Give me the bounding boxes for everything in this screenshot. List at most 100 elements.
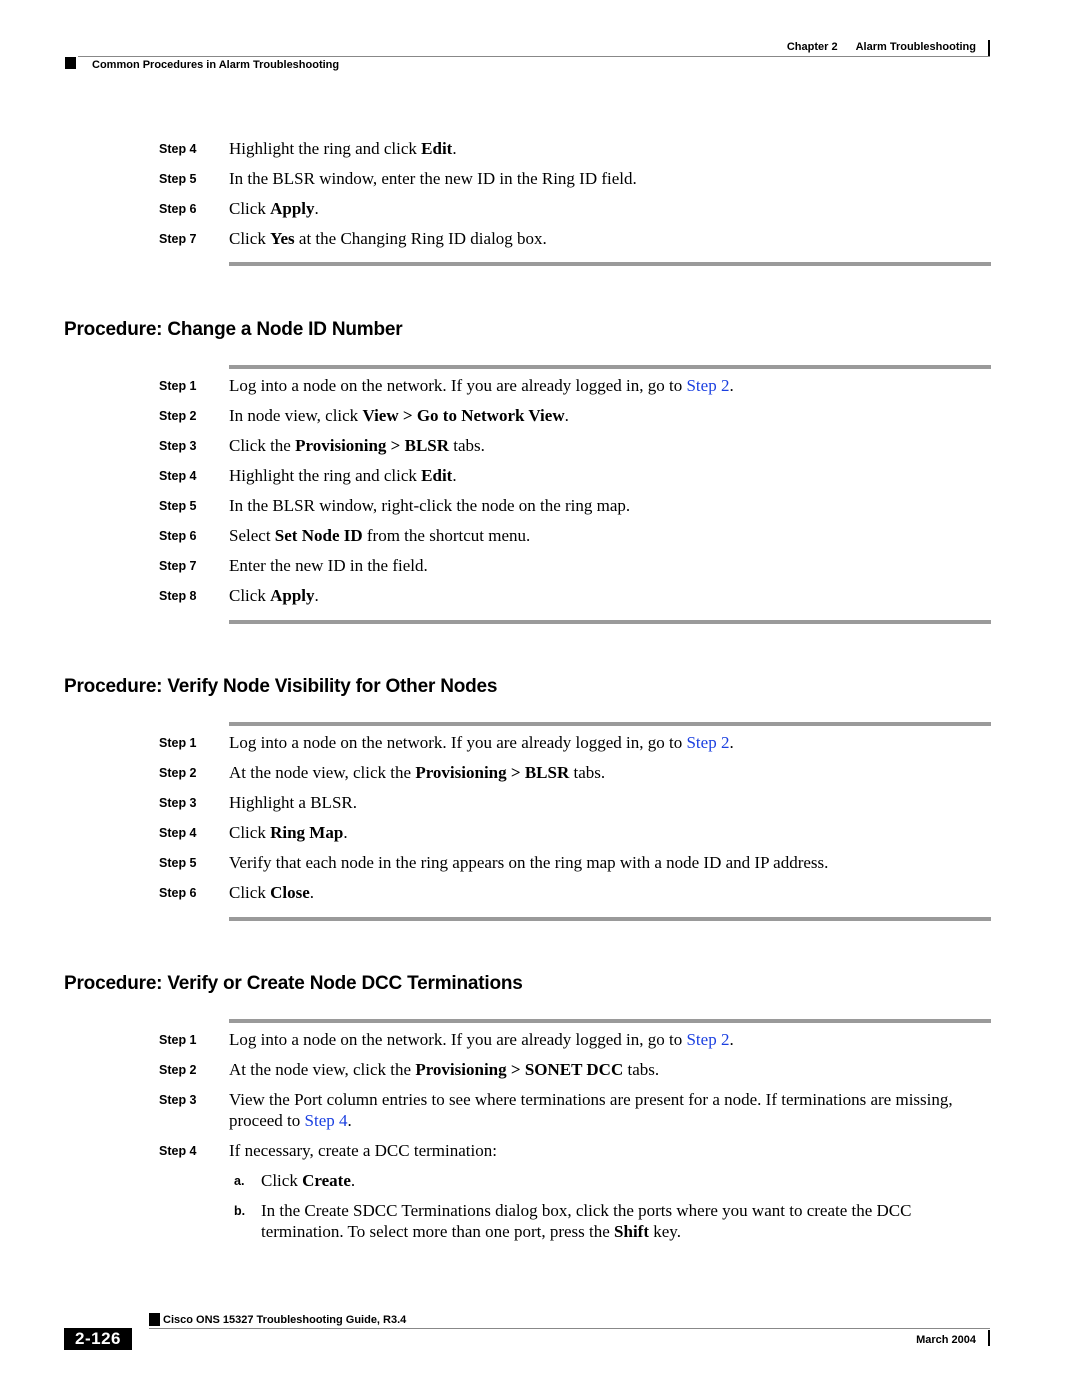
step-text-run: Click <box>229 199 271 218</box>
step-text-run: Highlight the ring and click <box>229 139 422 158</box>
procedure-start-rule <box>229 365 991 369</box>
step-text: Log into a node on the network. If you a… <box>229 1029 969 1050</box>
ui-term: Apply <box>270 586 315 605</box>
procedure-title-change-node-id: Procedure: Change a Node ID Number <box>64 319 403 340</box>
step-text-run: In the Create SDCC Terminations dialog b… <box>261 1201 912 1241</box>
ui-term: Ring Map <box>270 823 344 842</box>
step-text-run: . <box>350 1171 356 1190</box>
ui-term: Yes <box>270 229 295 248</box>
chapter-title: Alarm Troubleshooting <box>855 41 976 53</box>
step-text: Click Yes at the Changing Ring ID dialog… <box>229 228 969 249</box>
substep-label: b. <box>234 1204 246 1218</box>
step-text-run: In the BLSR window, right-click the node… <box>229 496 631 515</box>
procedure-start-rule <box>229 1019 991 1023</box>
step-cross-reference-link[interactable]: Step 4 <box>305 1111 348 1130</box>
step-text-run: Log into a node on the network. If you a… <box>229 733 687 752</box>
step-text: Log into a node on the network. If you a… <box>229 732 969 753</box>
footer-marker-square <box>149 1313 160 1326</box>
step-cross-reference-link[interactable]: Step 2 <box>686 733 729 752</box>
step-label: Step 7 <box>159 559 197 573</box>
running-header-section: Common Procedures in Alarm Troubleshooti… <box>92 59 340 71</box>
step-label: Step 5 <box>159 499 197 513</box>
running-header-chapter: Chapter 2 Alarm Troubleshooting <box>787 41 976 53</box>
step-text: At the node view, click the Provisioning… <box>229 1059 969 1080</box>
step-text-run: . <box>347 1111 352 1130</box>
step-label: Step 3 <box>159 439 197 453</box>
step-text-run: Click <box>229 586 271 605</box>
step-label: Step 6 <box>159 886 197 900</box>
step-label: Step 8 <box>159 589 197 603</box>
step-text-run: . <box>314 586 319 605</box>
step-label: Step 3 <box>159 1093 197 1107</box>
step-cross-reference-link[interactable]: Step 2 <box>686 1030 729 1049</box>
step-text-run: at the Changing Ring ID dialog box. <box>294 229 547 248</box>
step-text-run: Highlight the ring and click <box>229 466 422 485</box>
procedure-end-rule <box>229 620 991 624</box>
procedure-end-rule <box>229 262 991 266</box>
header-vertical-bar <box>988 40 990 56</box>
step-cross-reference-link[interactable]: Step 2 <box>686 376 729 395</box>
step-label: Step 2 <box>159 1063 197 1077</box>
page-number: 2-126 <box>64 1328 132 1350</box>
ui-term: Apply <box>270 199 315 218</box>
step-text-run: Log into a node on the network. If you a… <box>229 1030 687 1049</box>
substep-label: a. <box>234 1174 245 1188</box>
ui-term: Set Node ID <box>274 526 363 545</box>
step-text-run: . <box>309 883 315 902</box>
step-label: Step 6 <box>159 529 197 543</box>
step-text-run: tabs. <box>449 436 485 455</box>
step-text-run: At the node view, click the <box>229 763 416 782</box>
step-text-run: . <box>452 139 457 158</box>
step-text-run: Select <box>229 526 275 545</box>
step-text: In the BLSR window, enter the new ID in … <box>229 168 969 189</box>
step-text-run: . <box>452 466 457 485</box>
footer-date: March 2004 <box>916 1334 976 1346</box>
step-text: Highlight a BLSR. <box>229 792 969 813</box>
chapter-number: Chapter 2 <box>786 41 838 53</box>
step-text: Click Apply. <box>229 585 969 606</box>
step-text: At the node view, click the Provisioning… <box>229 762 969 783</box>
step-text-run: . <box>729 376 734 395</box>
step-text-run: Click the <box>229 436 296 455</box>
step-text: If necessary, create a DCC termination: <box>229 1140 969 1161</box>
step-text-run: In the BLSR window, enter the new ID in … <box>229 169 637 188</box>
step-text: Highlight the ring and click Edit. <box>229 138 969 159</box>
step-text: In the BLSR window, right-click the node… <box>229 495 969 516</box>
step-text-run: Enter the new ID in the field. <box>229 556 428 575</box>
step-text: Highlight the ring and click Edit. <box>229 465 969 486</box>
step-text-run: Highlight a BLSR. <box>229 793 357 812</box>
step-text-run: from the shortcut menu. <box>362 526 531 545</box>
footer-divider <box>149 1328 990 1329</box>
step-text-run: Log into a node on the network. If you a… <box>229 376 687 395</box>
step-text: In node view, click View > Go to Network… <box>229 405 969 426</box>
step-label: Step 3 <box>159 796 197 810</box>
step-text: Click the Provisioning > BLSR tabs. <box>229 435 969 456</box>
step-label: Step 2 <box>159 766 197 780</box>
step-text-run: If necessary, create a DCC termination: <box>229 1141 497 1160</box>
step-text: Log into a node on the network. If you a… <box>229 375 969 396</box>
ui-term: Close <box>270 883 310 902</box>
step-text-run: Verify that each node in the ring appear… <box>229 853 829 872</box>
header-divider <box>78 56 990 57</box>
step-text-run: Click <box>229 823 271 842</box>
step-text-run: tabs. <box>623 1060 660 1079</box>
procedure-start-rule <box>229 722 991 726</box>
procedure-title-verify-node-visibility: Procedure: Verify Node Visibility for Ot… <box>64 676 498 697</box>
footer-vertical-bar <box>988 1330 990 1346</box>
step-label: Step 1 <box>159 379 197 393</box>
step-text-run: . <box>314 199 319 218</box>
substep-text: In the Create SDCC Terminations dialog b… <box>261 1200 981 1242</box>
ui-term: Provisioning > BLSR <box>295 436 450 455</box>
step-text: Click Ring Map. <box>229 822 969 843</box>
step-text: Verify that each node in the ring appear… <box>229 852 969 873</box>
step-text-run: . <box>564 406 569 425</box>
step-label: Step 6 <box>159 202 197 216</box>
step-text-run: key. <box>649 1222 681 1241</box>
step-text: View the Port column entries to see wher… <box>229 1089 969 1131</box>
step-text-run: tabs. <box>569 763 606 782</box>
substep-text: Click Create. <box>261 1170 981 1191</box>
ui-term: Provisioning > BLSR <box>415 763 570 782</box>
step-text-run: . <box>729 733 734 752</box>
step-text-run: . <box>343 823 348 842</box>
step-text-run: At the node view, click the <box>229 1060 416 1079</box>
